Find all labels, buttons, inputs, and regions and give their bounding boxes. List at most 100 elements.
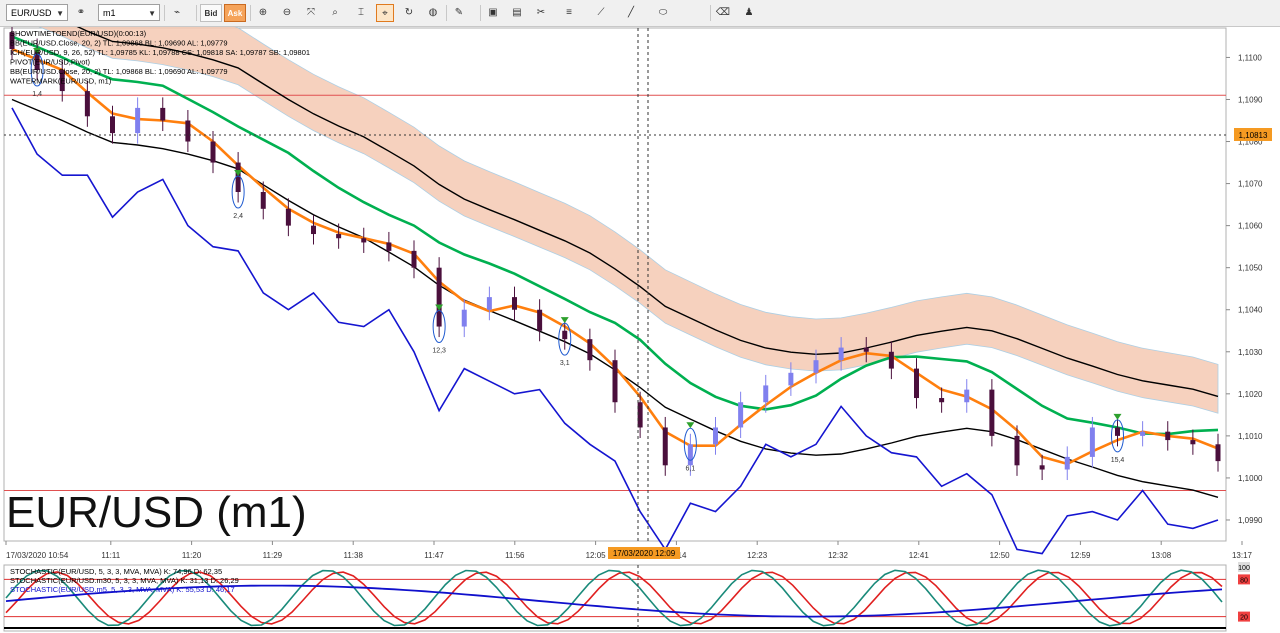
- current-price-label: 1,10813: [1239, 131, 1268, 140]
- y-tick-label: 1,0990: [1238, 516, 1263, 525]
- legend-line: PIVOT(EUR/USD,Pivot): [10, 58, 91, 67]
- x-tick-label: 12:50: [990, 551, 1011, 560]
- candle-body: [411, 250, 417, 268]
- eraser-icon[interactable]: ⌫: [714, 4, 732, 22]
- toolbar-divider: [164, 5, 165, 21]
- candle-body: [1039, 465, 1045, 470]
- y-tick-label: 1,1050: [1238, 264, 1263, 273]
- y-tick-label: 1,1030: [1238, 348, 1263, 357]
- stoch-level-label: 80: [1240, 577, 1248, 584]
- zoom-out-icon[interactable]: ⊖: [278, 4, 296, 22]
- legend-line: BB(EUR/USD.Close, 20, 2) TL: 1,09868 BL:…: [10, 67, 228, 76]
- y-tick-label: 1,1070: [1238, 180, 1263, 189]
- trendline-icon[interactable]: ╱: [622, 4, 640, 22]
- y-tick-label: 1,1000: [1238, 474, 1263, 483]
- symbol-select[interactable]: EUR/USD ▼: [6, 4, 68, 21]
- marker-label: 15,4: [1111, 457, 1125, 464]
- crosshair-icon[interactable]: ⌖: [376, 4, 394, 22]
- y-tick-label: 1,1060: [1238, 222, 1263, 231]
- x-tick-label: 11:29: [263, 551, 283, 560]
- x-tick-label: 12:41: [909, 551, 930, 560]
- x-tick-label: 17/03/2020 10:54: [6, 551, 69, 560]
- toolbar-divider: [250, 5, 251, 21]
- candle-body: [512, 297, 517, 310]
- candle-body: [1190, 440, 1196, 445]
- crosshair-time-label: 17/03/2020 12:09: [613, 549, 676, 558]
- marker-label: 3,1: [560, 360, 570, 367]
- candle-body: [386, 242, 392, 251]
- watermark-text: EUR/USD (m1): [6, 488, 307, 537]
- candle-body: [687, 444, 693, 466]
- x-tick-label: 11:11: [101, 551, 120, 560]
- marker-label: 12,3: [432, 348, 446, 355]
- candle-body: [336, 234, 342, 239]
- y-tick-label: 1,1010: [1238, 432, 1263, 441]
- zoom-area-icon[interactable]: ⌕: [326, 4, 344, 22]
- y-tick-label: 1,1040: [1238, 306, 1263, 315]
- candle-body: [788, 372, 794, 386]
- bid-button[interactable]: Bid: [200, 4, 222, 22]
- toolbar-divider: [446, 5, 447, 21]
- candle-body: [84, 91, 90, 117]
- chevron-down-icon: ▼: [56, 9, 64, 18]
- candle-body: [1089, 427, 1095, 457]
- candle-body: [486, 297, 492, 310]
- ruler-icon[interactable]: ✎: [450, 4, 468, 22]
- candle-body: [888, 351, 894, 369]
- toolbar-divider: [196, 5, 197, 21]
- candle-body: [562, 330, 568, 340]
- candle-body: [135, 107, 141, 134]
- zoom-in-icon[interactable]: ⊕: [254, 4, 272, 22]
- cursor-icon[interactable]: ⌶: [352, 4, 370, 22]
- lines-menu-icon[interactable]: ≡: [560, 4, 578, 22]
- candle-body: [612, 360, 618, 403]
- chart-type-icon[interactable]: ⌁: [168, 4, 186, 22]
- candle-body: [914, 368, 919, 399]
- tools-icon[interactable]: ✂: [532, 4, 550, 22]
- x-tick-label: 12:23: [747, 551, 768, 560]
- chevron-down-icon: ▼: [148, 9, 156, 18]
- shape-icon[interactable]: ⬭: [654, 4, 672, 22]
- x-tick-label: 12:05: [586, 551, 607, 560]
- ask-button[interactable]: Ask: [224, 4, 246, 22]
- stoch-legend-line: STOCHASTIC(EUR/USD, 5, 3, 3, MVA, MVA) K…: [10, 567, 222, 576]
- candle-body: [1064, 456, 1070, 470]
- candle-body: [311, 225, 316, 235]
- marker-label: 2,4: [233, 213, 243, 220]
- legend-line: ICH(EUR/USD, 9, 26, 52) TL: 1,09785 KL: …: [10, 48, 310, 57]
- zoom-fit-icon[interactable]: ⤧: [302, 4, 320, 22]
- marker-label: 1,4: [32, 91, 42, 98]
- link-icon[interactable]: ⚭: [72, 4, 90, 22]
- x-tick-label: 11:47: [424, 551, 444, 560]
- x-tick-label: 11:38: [343, 551, 363, 560]
- candle-body: [160, 107, 166, 121]
- candle-body: [110, 116, 115, 134]
- stochastic-legend: STOCHASTIC(EUR/USD, 5, 3, 3, MVA, MVA) K…: [10, 567, 239, 594]
- toolbar-divider: [480, 5, 481, 21]
- legend-line: SHOWTIMETOEND(EUR/USD)(0:00:13): [10, 29, 147, 38]
- chart-area[interactable]: 1,42,412,33,16,115,4 1,11001,10901,10801…: [0, 27, 1280, 633]
- candle-body: [361, 238, 367, 243]
- timeframe-select[interactable]: m1 ▼: [98, 4, 160, 21]
- stoch-level-label: 100: [1238, 565, 1250, 572]
- x-tick-label: 11:56: [505, 551, 525, 560]
- image-icon[interactable]: ▣: [484, 4, 502, 22]
- users-icon[interactable]: ♟: [740, 4, 758, 22]
- globe-icon[interactable]: ◍: [424, 4, 442, 22]
- candle-body: [738, 402, 744, 428]
- stoch-legend-line: STOCHASTIC(EUR/USD.m5, 5, 3, 3, MVA, MVA…: [10, 585, 235, 594]
- x-tick-label: 12:32: [828, 551, 849, 560]
- candle-body: [713, 427, 718, 445]
- candle-body: [1215, 444, 1221, 462]
- candle-body: [210, 141, 216, 163]
- candle-body: [461, 309, 467, 327]
- candle-body: [1140, 431, 1146, 436]
- template-icon[interactable]: ▤: [508, 4, 526, 22]
- y-tick-label: 1,1020: [1238, 390, 1263, 399]
- candle-body: [964, 389, 970, 403]
- candle-body: [813, 360, 819, 373]
- fan-icon[interactable]: ⟋: [592, 4, 610, 22]
- candle-body: [436, 267, 442, 327]
- refresh-icon[interactable]: ↻: [400, 4, 418, 22]
- candle-body: [1115, 427, 1120, 436]
